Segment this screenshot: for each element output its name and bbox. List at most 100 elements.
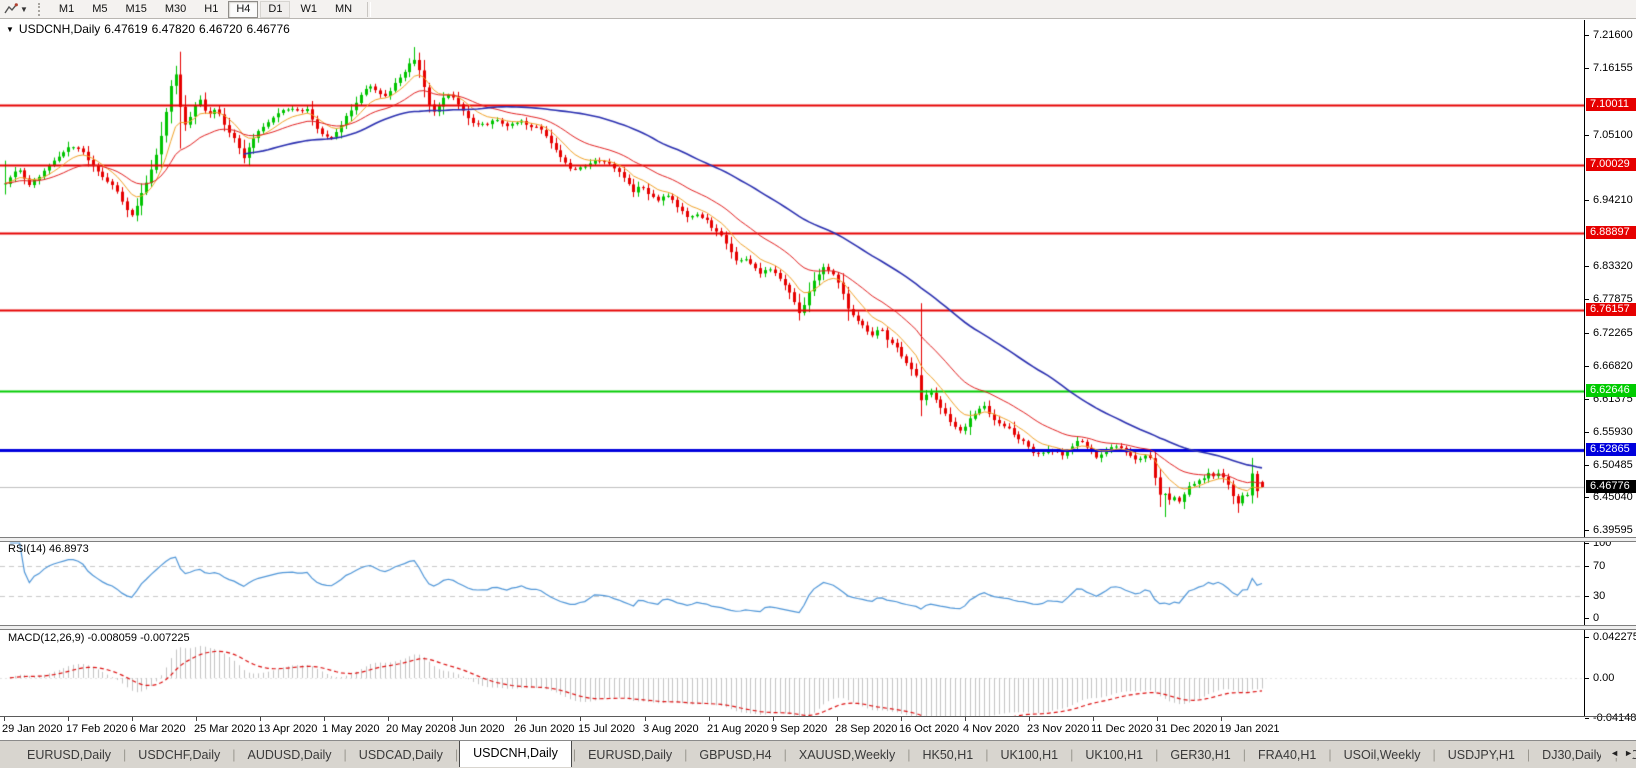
timeframe-button-h1[interactable]: H1 <box>196 1 226 18</box>
date-label: 17 Feb 2020 <box>66 723 128 735</box>
date-tick-mark <box>68 717 69 721</box>
tab-separator: | <box>907 748 910 762</box>
tab-separator: | <box>1328 748 1331 762</box>
date-label: 9 Sep 2020 <box>771 723 827 735</box>
level-price-tag: 6.88897 <box>1586 226 1636 239</box>
date-label: 13 Apr 2020 <box>258 723 317 735</box>
chart-tab-gbpusd-h4[interactable]: GBPUSD,H4 <box>688 744 782 766</box>
price-chart-canvas[interactable] <box>0 20 1584 716</box>
mt4-window: ▼ M1M5M15M30H1H4D1W1MN ▼ USDCNH,Daily 6.47… <box>0 0 1636 768</box>
chart-tab-usdchf-daily[interactable]: USDCHF,Daily <box>127 744 231 766</box>
date-tick-mark <box>773 717 774 721</box>
chart-tab-bar: EURUSD,Daily|USDCHF,Daily|AUDUSD,Daily|U… <box>0 740 1636 768</box>
chart-tab-usdcnh-daily[interactable]: USDCNH,Daily <box>459 740 572 767</box>
indicator-tool-icon[interactable] <box>4 3 18 15</box>
timeframe-button-m30[interactable]: M30 <box>157 1 194 18</box>
date-tick-mark <box>709 717 710 721</box>
chart-tab-eurusd-daily[interactable]: EURUSD,Daily <box>16 744 122 766</box>
date-tick-mark <box>4 717 5 721</box>
date-label: 16 Oct 2020 <box>899 723 959 735</box>
chart-title: ▼USDCNH,Daily6.476196.478206.467206.4677… <box>6 22 294 36</box>
date-label: 28 Sep 2020 <box>835 723 897 735</box>
tab-separator: | <box>1527 748 1530 762</box>
tab-scroll-left-icon[interactable]: ◄ <box>1610 748 1619 758</box>
tab-separator: | <box>1155 748 1158 762</box>
tab-scroll-arrows: ◄► <box>1601 748 1633 758</box>
tab-separator: | <box>573 748 576 762</box>
timeframe-button-w1[interactable]: W1 <box>292 1 325 18</box>
price-axis: 7.216007.161557.051006.942106.833206.778… <box>1584 20 1636 716</box>
chart-tab-audusd-daily[interactable]: AUDUSD,Daily <box>237 744 343 766</box>
date-tick-mark <box>1093 717 1094 721</box>
date-label: 4 Nov 2020 <box>963 723 1019 735</box>
timeframe-button-m1[interactable]: M1 <box>51 1 82 18</box>
tab-separator: | <box>123 748 126 762</box>
date-tick-mark <box>901 717 902 721</box>
date-label: 31 Dec 2020 <box>1155 723 1217 735</box>
toolbar-grip[interactable] <box>38 3 44 16</box>
toolbar-separator <box>367 2 371 17</box>
tab-scroll-right-icon[interactable]: ► <box>1624 748 1633 758</box>
date-axis: 29 Jan 202017 Feb 20206 Mar 202025 Mar 2… <box>0 717 1584 739</box>
collapse-triangle-icon[interactable]: ▼ <box>6 25 14 34</box>
chart-tab-usdjpy-h1[interactable]: USDJPY,H1 <box>1437 744 1526 766</box>
date-tick-mark <box>196 717 197 721</box>
date-tick-mark <box>388 717 389 721</box>
level-price-tag: 6.52865 <box>1586 443 1636 456</box>
date-tick-mark <box>1029 717 1030 721</box>
timeframe-button-m15[interactable]: M15 <box>117 1 154 18</box>
tab-separator: | <box>1243 748 1246 762</box>
macd-label: MACD(12,26,9) -0.008059 -0.007225 <box>8 632 190 644</box>
timeframe-button-d1[interactable]: D1 <box>260 1 290 18</box>
date-label: 15 Jul 2020 <box>578 723 635 735</box>
date-tick-mark <box>1221 717 1222 721</box>
ohlc-close: 6.46776 <box>246 22 289 36</box>
panel-separator[interactable] <box>0 625 1636 630</box>
tool-group: ▼ <box>0 3 36 15</box>
timeframe-button-mn[interactable]: MN <box>327 1 360 18</box>
chart-tab-hk50-h1[interactable]: HK50,H1 <box>911 744 984 766</box>
date-label: 1 May 2020 <box>322 723 379 735</box>
level-price-tag: 6.76157 <box>1586 303 1636 316</box>
chart-tab-eurusd-daily[interactable]: EURUSD,Daily <box>577 744 683 766</box>
chart-tab-uk100-h1[interactable]: UK100,H1 <box>1074 744 1154 766</box>
timeframe-button-m5[interactable]: M5 <box>84 1 115 18</box>
tab-separator: | <box>784 748 787 762</box>
panel-separator[interactable] <box>0 537 1636 542</box>
chart-tab-uk100-h1[interactable]: UK100,H1 <box>989 744 1069 766</box>
date-tick-mark <box>452 717 453 721</box>
timeframe-button-h4[interactable]: H4 <box>228 1 258 18</box>
current-price-tag: 6.46776 <box>1586 480 1636 493</box>
date-tick-mark <box>324 717 325 721</box>
date-label: 25 Mar 2020 <box>194 723 256 735</box>
ohlc-high: 6.47820 <box>152 22 195 36</box>
date-label: 21 Aug 2020 <box>707 723 769 735</box>
timeframe-toolbar: M1M5M15M30H1H4D1W1MN <box>50 0 377 18</box>
tab-separator: | <box>455 748 458 762</box>
dropdown-caret-icon[interactable]: ▼ <box>20 5 28 14</box>
chart-tab-fra40-h1[interactable]: FRA40,H1 <box>1247 744 1327 766</box>
tab-separator: | <box>1070 748 1073 762</box>
rsi-label: RSI(14) 46.8973 <box>8 543 89 555</box>
chart-window: ▼USDCNH,Daily6.476196.478206.467206.4677… <box>0 19 1636 740</box>
tab-separator: | <box>1433 748 1436 762</box>
level-price-tag: 7.10011 <box>1586 98 1636 111</box>
chart-tab-ger30-h1[interactable]: GER30,H1 <box>1159 744 1241 766</box>
date-tick-mark <box>260 717 261 721</box>
date-label: 3 Aug 2020 <box>643 723 699 735</box>
tab-separator: | <box>985 748 988 762</box>
date-label: 20 May 2020 <box>386 723 450 735</box>
chart-tab-usoil-weekly[interactable]: USOil,Weekly <box>1333 744 1432 766</box>
date-tick-mark <box>645 717 646 721</box>
chart-tab-usdcad-daily[interactable]: USDCAD,Daily <box>348 744 454 766</box>
level-price-tag: 7.00029 <box>1586 158 1636 171</box>
ohlc-low: 6.46720 <box>199 22 242 36</box>
chart-tab-xauusd-weekly[interactable]: XAUUSD,Weekly <box>788 744 906 766</box>
date-label: 19 Jan 2021 <box>1219 723 1280 735</box>
date-label: 29 Jan 2020 <box>2 723 63 735</box>
date-tick-mark <box>132 717 133 721</box>
date-tick-mark <box>965 717 966 721</box>
tab-separator: | <box>684 748 687 762</box>
top-toolbar: ▼ M1M5M15M30H1H4D1W1MN <box>0 0 1636 19</box>
ohlc-open: 6.47619 <box>104 22 147 36</box>
